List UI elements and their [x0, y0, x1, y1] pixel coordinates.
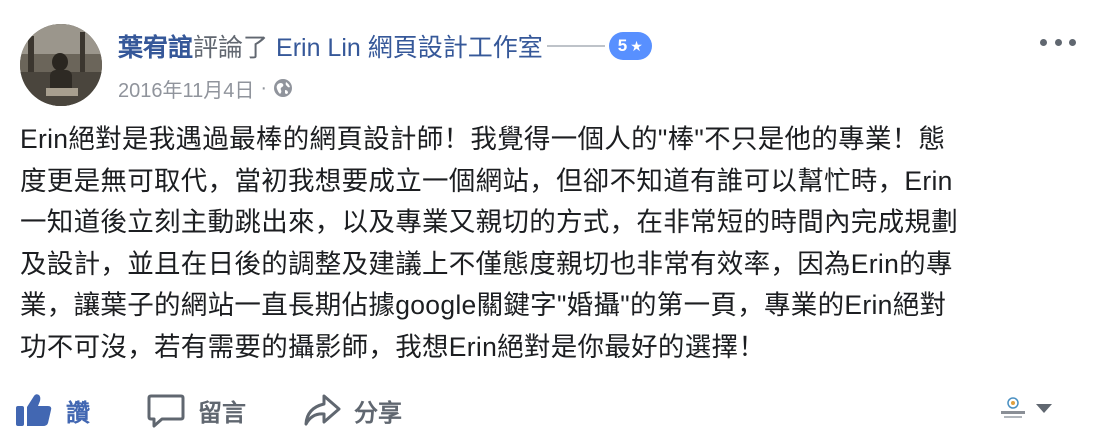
comment-label: 留言	[198, 399, 246, 427]
rating-value: 5	[617, 36, 628, 55]
review-text-line: 一知道後立刻主動跳出來，以及專業又親切的方式，在非常短的時間內完成規劃	[20, 207, 958, 237]
review-post-card: 葉宥誼 評論了 Erin Lin 網頁設計工作室 5 ★ 2016年11月4日 …	[0, 0, 1098, 448]
more-dot	[1054, 38, 1062, 46]
rating-connector	[546, 45, 605, 47]
review-text: Erin絕對是我遇過最棒的網頁設計師！我覺得一個人的"棒"不只是他的專業！態 度…	[20, 119, 1080, 368]
more-dot	[1040, 38, 1047, 46]
share-icon	[304, 394, 341, 426]
review-verb: 評論了	[193, 34, 269, 62]
review-text-line: 業，讓葉子的網站一直長期佔據google關鍵字"婚攝"的第一頁，專業的Erin絕…	[20, 290, 947, 320]
post-header: 葉宥誼 評論了 Erin Lin 網頁設計工作室 5 ★	[118, 26, 652, 66]
review-text-line: Erin絕對是我遇過最棒的網頁設計師！我覺得一個人的"棒"不只是他的專業！態	[20, 124, 946, 154]
chevron-down-icon[interactable]	[1036, 404, 1052, 413]
page-name-link[interactable]: Erin Lin 網頁設計工作室	[276, 28, 543, 64]
review-text-line: 功不可沒，若有需要的攝影師，我想Erin絕對是你最好的選擇！	[20, 331, 766, 362]
like-button[interactable]: 讚	[14, 388, 90, 432]
share-button[interactable]: 分享	[302, 388, 402, 432]
comment-button[interactable]: 留言	[146, 388, 246, 432]
thumbs-up-icon	[16, 394, 52, 426]
more-dot	[1069, 38, 1076, 46]
comment-icon	[147, 394, 185, 428]
post-meta: 2016年11月4日 ·	[118, 72, 293, 104]
meta-separator: ·	[260, 76, 268, 99]
star-icon: ★	[630, 37, 643, 54]
globe-icon[interactable]	[273, 78, 293, 98]
author-avatar[interactable]	[20, 24, 102, 106]
rating-badge[interactable]: 5 ★	[608, 32, 652, 60]
avatar-photo	[20, 24, 102, 106]
review-text-line: 度更是無可取代，當初我想要成立一個網站，但卻不知道有誰可以幫忙時，Erin	[20, 165, 953, 196]
post-date[interactable]: 2016年11月4日	[118, 74, 254, 103]
more-options-button[interactable]	[1040, 30, 1076, 54]
share-label: 分享	[354, 399, 402, 427]
action-bar: 讚 留言 分享	[14, 388, 458, 432]
author-name[interactable]: 葉宥誼	[118, 28, 193, 64]
page-profile-logo[interactable]	[998, 396, 1028, 420]
review-text-line: 及設計，並且在日後的調整及建議上不僅態度親切也非常有效率，因為Erin的專	[20, 248, 953, 279]
like-label: 讚	[66, 399, 90, 427]
